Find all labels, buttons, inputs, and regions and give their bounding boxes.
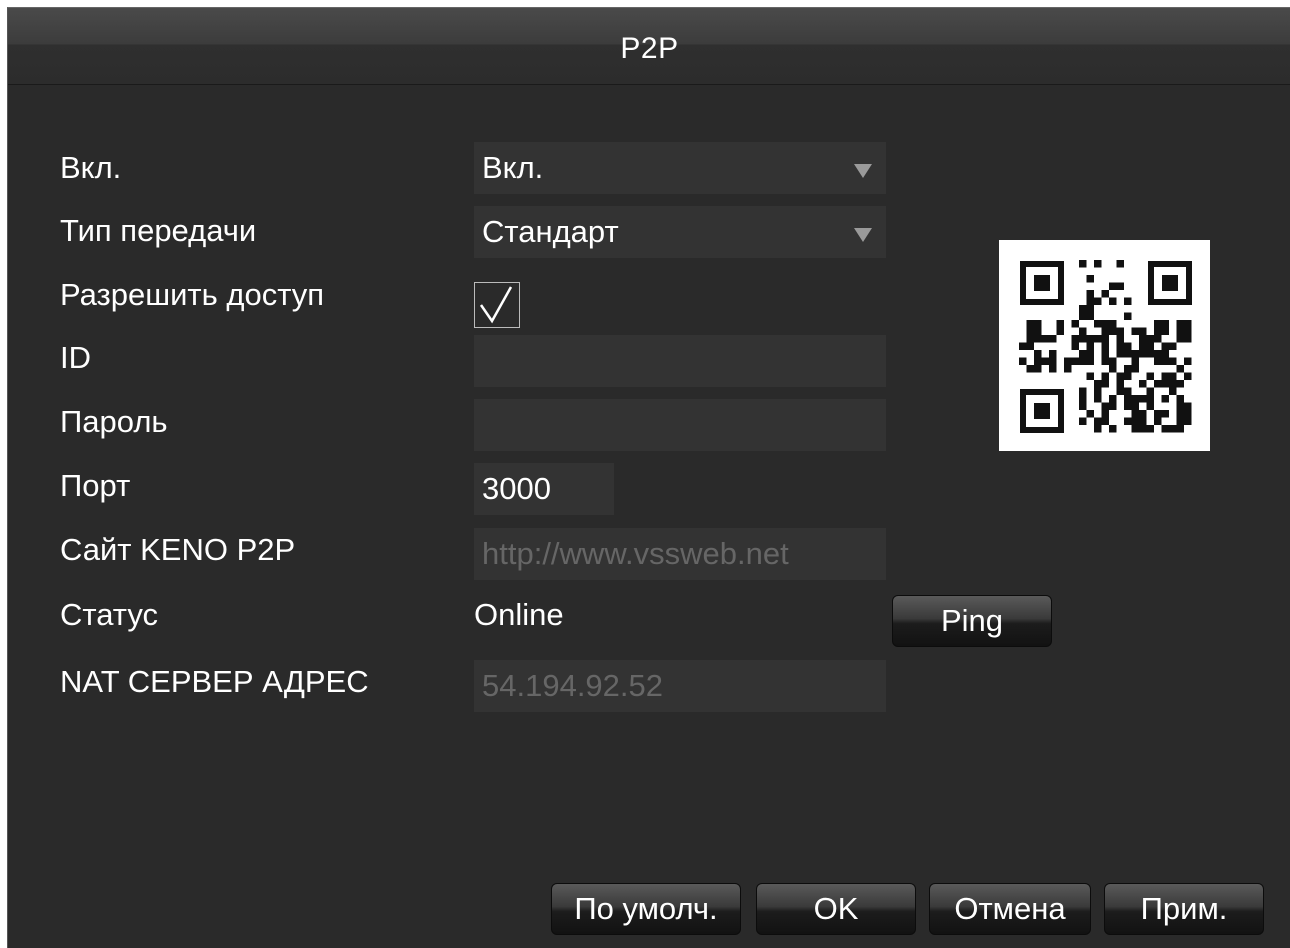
transfer-type-select[interactable]: Стандарт xyxy=(474,206,886,258)
status-label: Статус xyxy=(60,597,158,632)
port-input[interactable]: 3000 xyxy=(474,463,614,515)
qr-code-icon xyxy=(999,240,1210,451)
p2p-dialog: P2P Вкл. Вкл. Тип передачи Стандарт Разр… xyxy=(7,7,1290,948)
id-input[interactable] xyxy=(474,335,886,387)
ping-button[interactable]: Ping xyxy=(892,595,1052,647)
password-input[interactable] xyxy=(474,399,886,451)
password-label: Пароль xyxy=(60,404,168,439)
status-value: Online xyxy=(474,597,564,632)
site-field: http://www.vssweb.net xyxy=(474,528,886,580)
transfer-type-select-value: Стандарт xyxy=(482,214,619,249)
cancel-button[interactable]: Отмена xyxy=(929,883,1091,935)
enable-select[interactable]: Вкл. xyxy=(474,142,886,194)
chevron-down-icon[interactable] xyxy=(854,228,872,242)
site-label: Сайт KENO P2P xyxy=(60,532,296,567)
port-label: Порт xyxy=(60,468,131,503)
id-label: ID xyxy=(60,340,91,375)
dialog-title: P2P xyxy=(620,32,679,65)
enable-select-value: Вкл. xyxy=(482,150,544,185)
nat-label: NAT СЕРВЕР АДРЕС xyxy=(60,664,369,699)
chevron-down-icon[interactable] xyxy=(854,164,872,178)
allow-access-label: Разрешить доступ xyxy=(60,277,325,312)
title-bar[interactable]: P2P xyxy=(8,8,1290,85)
default-button[interactable]: По умолч. xyxy=(551,883,741,935)
nat-field: 54.194.92.52 xyxy=(474,660,886,712)
apply-button[interactable]: Прим. xyxy=(1104,883,1264,935)
transfer-type-label: Тип передачи xyxy=(60,213,257,248)
ok-button[interactable]: OK xyxy=(756,883,916,935)
allow-access-checkbox[interactable] xyxy=(474,282,520,328)
checkmark-icon xyxy=(479,286,513,324)
enable-label: Вкл. xyxy=(60,150,122,185)
